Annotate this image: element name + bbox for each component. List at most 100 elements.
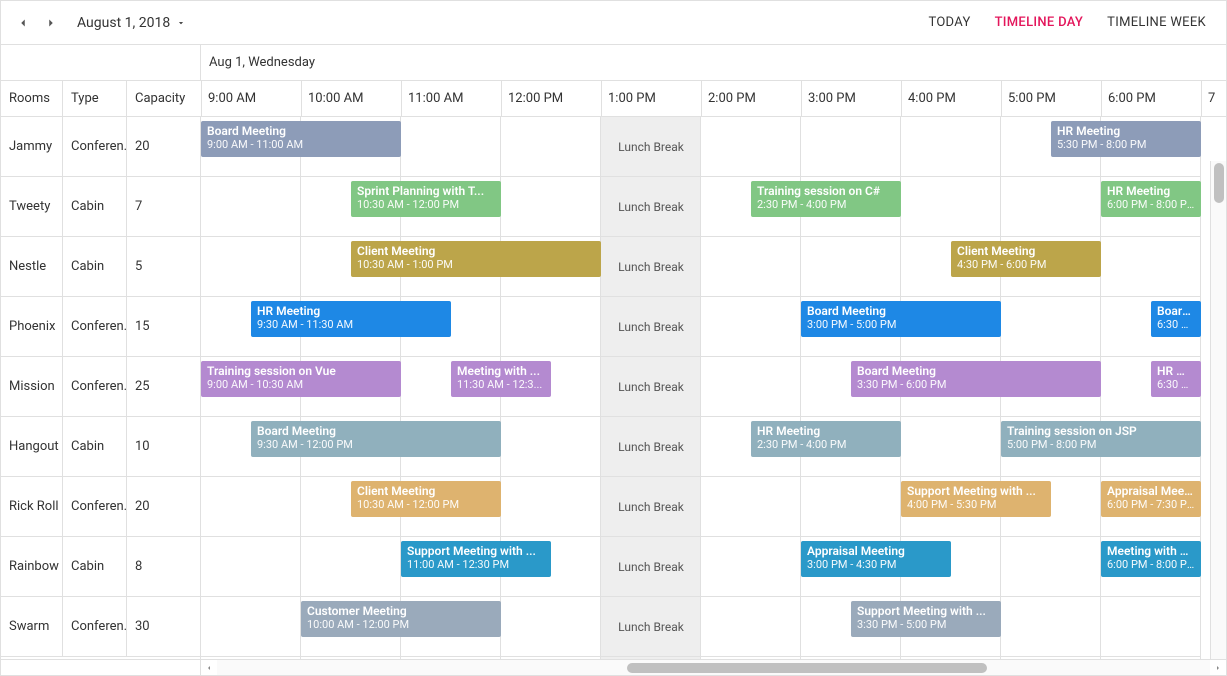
- date-range-button[interactable]: August 1, 2018: [77, 15, 186, 31]
- event-title: Board Meeting: [207, 124, 395, 138]
- calendar-event[interactable]: Support Meeting with ...3:30 PM - 5:00 P…: [851, 601, 1001, 637]
- lunch-break-cell: Lunch Break: [601, 297, 701, 357]
- event-title: Training session on C#: [757, 184, 895, 198]
- resource-name: Mission: [1, 357, 63, 416]
- date-range-label: August 1, 2018: [77, 15, 170, 31]
- event-time: 9:30 AM - 12:00 PM: [257, 438, 495, 451]
- event-title: Appraisal Meeting: [1107, 484, 1195, 498]
- resource-type: Conferen...: [63, 117, 127, 176]
- calendar-event[interactable]: Appraisal Meeting3:00 PM - 4:30 PM: [801, 541, 951, 577]
- resource-capacity: 30: [127, 597, 201, 656]
- time-header-cell: 12:00 PM: [502, 81, 602, 116]
- event-time: 3:00 PM - 4:30 PM: [807, 558, 945, 571]
- calendar-event[interactable]: Sprint Planning with T...10:30 AM - 12:0…: [351, 181, 501, 217]
- resource-row: PhoenixConferen...15: [1, 297, 200, 357]
- resource-row: MissionConferen...25: [1, 357, 200, 417]
- calendar-event[interactable]: HR Meeti6:30 PM - 8: [1151, 361, 1201, 397]
- prev-button[interactable]: [9, 9, 37, 37]
- event-title: Appraisal Meeting: [807, 544, 945, 558]
- vertical-scrollbar-thumb[interactable]: [1214, 163, 1224, 203]
- event-time: 6:30 PM - 8: [1157, 318, 1195, 331]
- date-header-cell[interactable]: Aug 1, Wednesday: [201, 45, 1226, 80]
- view-timeline-week[interactable]: TIMELINE WEEK: [1095, 1, 1218, 45]
- resource-capacity: 8: [127, 537, 201, 596]
- event-time: 3:30 PM - 6:00 PM: [857, 378, 1095, 391]
- col-header-capacity: Capacity: [127, 81, 201, 116]
- hscroll-left-button[interactable]: [201, 660, 217, 675]
- event-time: 4:00 PM - 5:30 PM: [907, 498, 1045, 511]
- calendar-event[interactable]: Meeting with Clien6:00 PM - 8:00 PM: [1101, 541, 1201, 577]
- calendar-event[interactable]: Training session on C#2:30 PM - 4:00 PM: [751, 181, 901, 217]
- hscroll-thumb[interactable]: [627, 663, 987, 673]
- chevron-left-icon: [16, 16, 30, 30]
- calendar-event[interactable]: Board Meeting9:30 AM - 12:00 PM: [251, 421, 501, 457]
- event-title: Board Meeting: [257, 424, 495, 438]
- next-button[interactable]: [37, 9, 65, 37]
- calendar-event[interactable]: Support Meeting with ...11:00 AM - 12:30…: [401, 541, 551, 577]
- view-timeline-day[interactable]: TIMELINE DAY: [983, 1, 1096, 45]
- event-title: Training session on JSP: [1007, 424, 1195, 438]
- today-button[interactable]: TODAY: [916, 1, 982, 45]
- event-title: Customer Meeting: [307, 604, 495, 618]
- lunch-break-cell: Lunch Break: [601, 237, 701, 297]
- calendar-event[interactable]: Client Meeting10:30 AM - 1:00 PM: [351, 241, 601, 277]
- calendar-event[interactable]: Board Meeting9:00 AM - 11:00 AM: [201, 121, 401, 157]
- event-time: 11:30 AM - 12:3...: [457, 378, 545, 391]
- event-time: 2:30 PM - 4:00 PM: [757, 438, 895, 451]
- calendar-event[interactable]: Client Meeting10:30 AM - 12:00 PM: [351, 481, 501, 517]
- lunch-break-cell: Lunch Break: [601, 117, 701, 177]
- calendar-event[interactable]: Customer Meeting10:00 AM - 12:00 PM: [301, 601, 501, 637]
- time-header-cell: 2:00 PM: [702, 81, 802, 116]
- calendar-event[interactable]: Meeting with ...11:30 AM - 12:3...: [451, 361, 551, 397]
- event-time: 2:30 PM - 4:00 PM: [757, 198, 895, 211]
- calendar-event[interactable]: HR Meeting5:30 PM - 8:00 PM: [1051, 121, 1201, 157]
- resource-name: Jammy: [1, 117, 63, 176]
- event-title: Client Meeting: [357, 484, 495, 498]
- calendar-event[interactable]: Appraisal Meeting6:00 PM - 7:30 PM: [1101, 481, 1201, 517]
- lunch-break-cell: Lunch Break: [601, 597, 701, 657]
- event-time: 10:30 AM - 1:00 PM: [357, 258, 595, 271]
- timeline[interactable]: Lunch BreakLunch BreakLunch BreakLunch B…: [201, 117, 1226, 659]
- date-header-row: Aug 1, Wednesday: [1, 45, 1226, 81]
- resource-capacity: 15: [127, 297, 201, 356]
- resource-capacity: 5: [127, 237, 201, 296]
- vertical-scrollbar[interactable]: [1210, 161, 1226, 659]
- calendar-event[interactable]: Board Meeting3:00 PM - 5:00 PM: [801, 301, 1001, 337]
- scheduler: August 1, 2018 TODAY TIMELINE DAY TIMELI…: [0, 0, 1227, 676]
- col-header-rooms: Rooms: [1, 81, 63, 116]
- event-title: Support Meeting with ...: [857, 604, 995, 618]
- event-time: 4:30 PM - 6:00 PM: [957, 258, 1095, 271]
- chevron-left-icon: [205, 664, 213, 672]
- calendar-event[interactable]: HR Meeting6:00 PM - 8:00 PM: [1101, 181, 1201, 217]
- resource-column-headers: Rooms Type Capacity: [1, 81, 202, 116]
- horizontal-scrollbar[interactable]: [1, 659, 1226, 675]
- event-title: HR Meeting: [1057, 124, 1195, 138]
- event-time: 6:00 PM - 8:00 PM: [1107, 198, 1195, 211]
- resource-rows: JammyConferen...20TweetyCabin7NestleCabi…: [1, 117, 201, 659]
- event-title: Training session on Vue: [207, 364, 395, 378]
- calendar-event[interactable]: Board Me6:30 PM - 8: [1151, 301, 1201, 337]
- timeline-row[interactable]: Lunch Break: [201, 537, 1201, 597]
- hscroll-track[interactable]: [217, 660, 1210, 675]
- lunch-break-cell: Lunch Break: [601, 417, 701, 477]
- event-time: 3:30 PM - 5:00 PM: [857, 618, 995, 631]
- lunch-break-cell: Lunch Break: [601, 177, 701, 237]
- lunch-break-cell: Lunch Break: [601, 537, 701, 597]
- resource-capacity: 20: [127, 477, 201, 536]
- calendar-event[interactable]: Training session on JSP5:00 PM - 8:00 PM: [1001, 421, 1201, 457]
- calendar-event[interactable]: Training session on Vue9:00 AM - 10:30 A…: [201, 361, 401, 397]
- calendar-event[interactable]: HR Meeting2:30 PM - 4:00 PM: [751, 421, 901, 457]
- resource-type: Cabin: [63, 537, 127, 596]
- calendar-event[interactable]: Client Meeting4:30 PM - 6:00 PM: [951, 241, 1101, 277]
- event-time: 10:30 AM - 12:00 PM: [357, 498, 495, 511]
- resource-name: Phoenix: [1, 297, 63, 356]
- resource-row: TweetyCabin7: [1, 177, 200, 237]
- resource-type: Cabin: [63, 417, 127, 476]
- resource-capacity: 20: [127, 117, 201, 176]
- calendar-event[interactable]: Board Meeting3:30 PM - 6:00 PM: [851, 361, 1101, 397]
- resource-name: Swarm: [1, 597, 63, 656]
- hscroll-right-button[interactable]: [1210, 660, 1226, 675]
- calendar-event[interactable]: HR Meeting9:30 AM - 11:30 AM: [251, 301, 451, 337]
- resource-header-spacer: [1, 45, 201, 80]
- calendar-event[interactable]: Support Meeting with ...4:00 PM - 5:30 P…: [901, 481, 1051, 517]
